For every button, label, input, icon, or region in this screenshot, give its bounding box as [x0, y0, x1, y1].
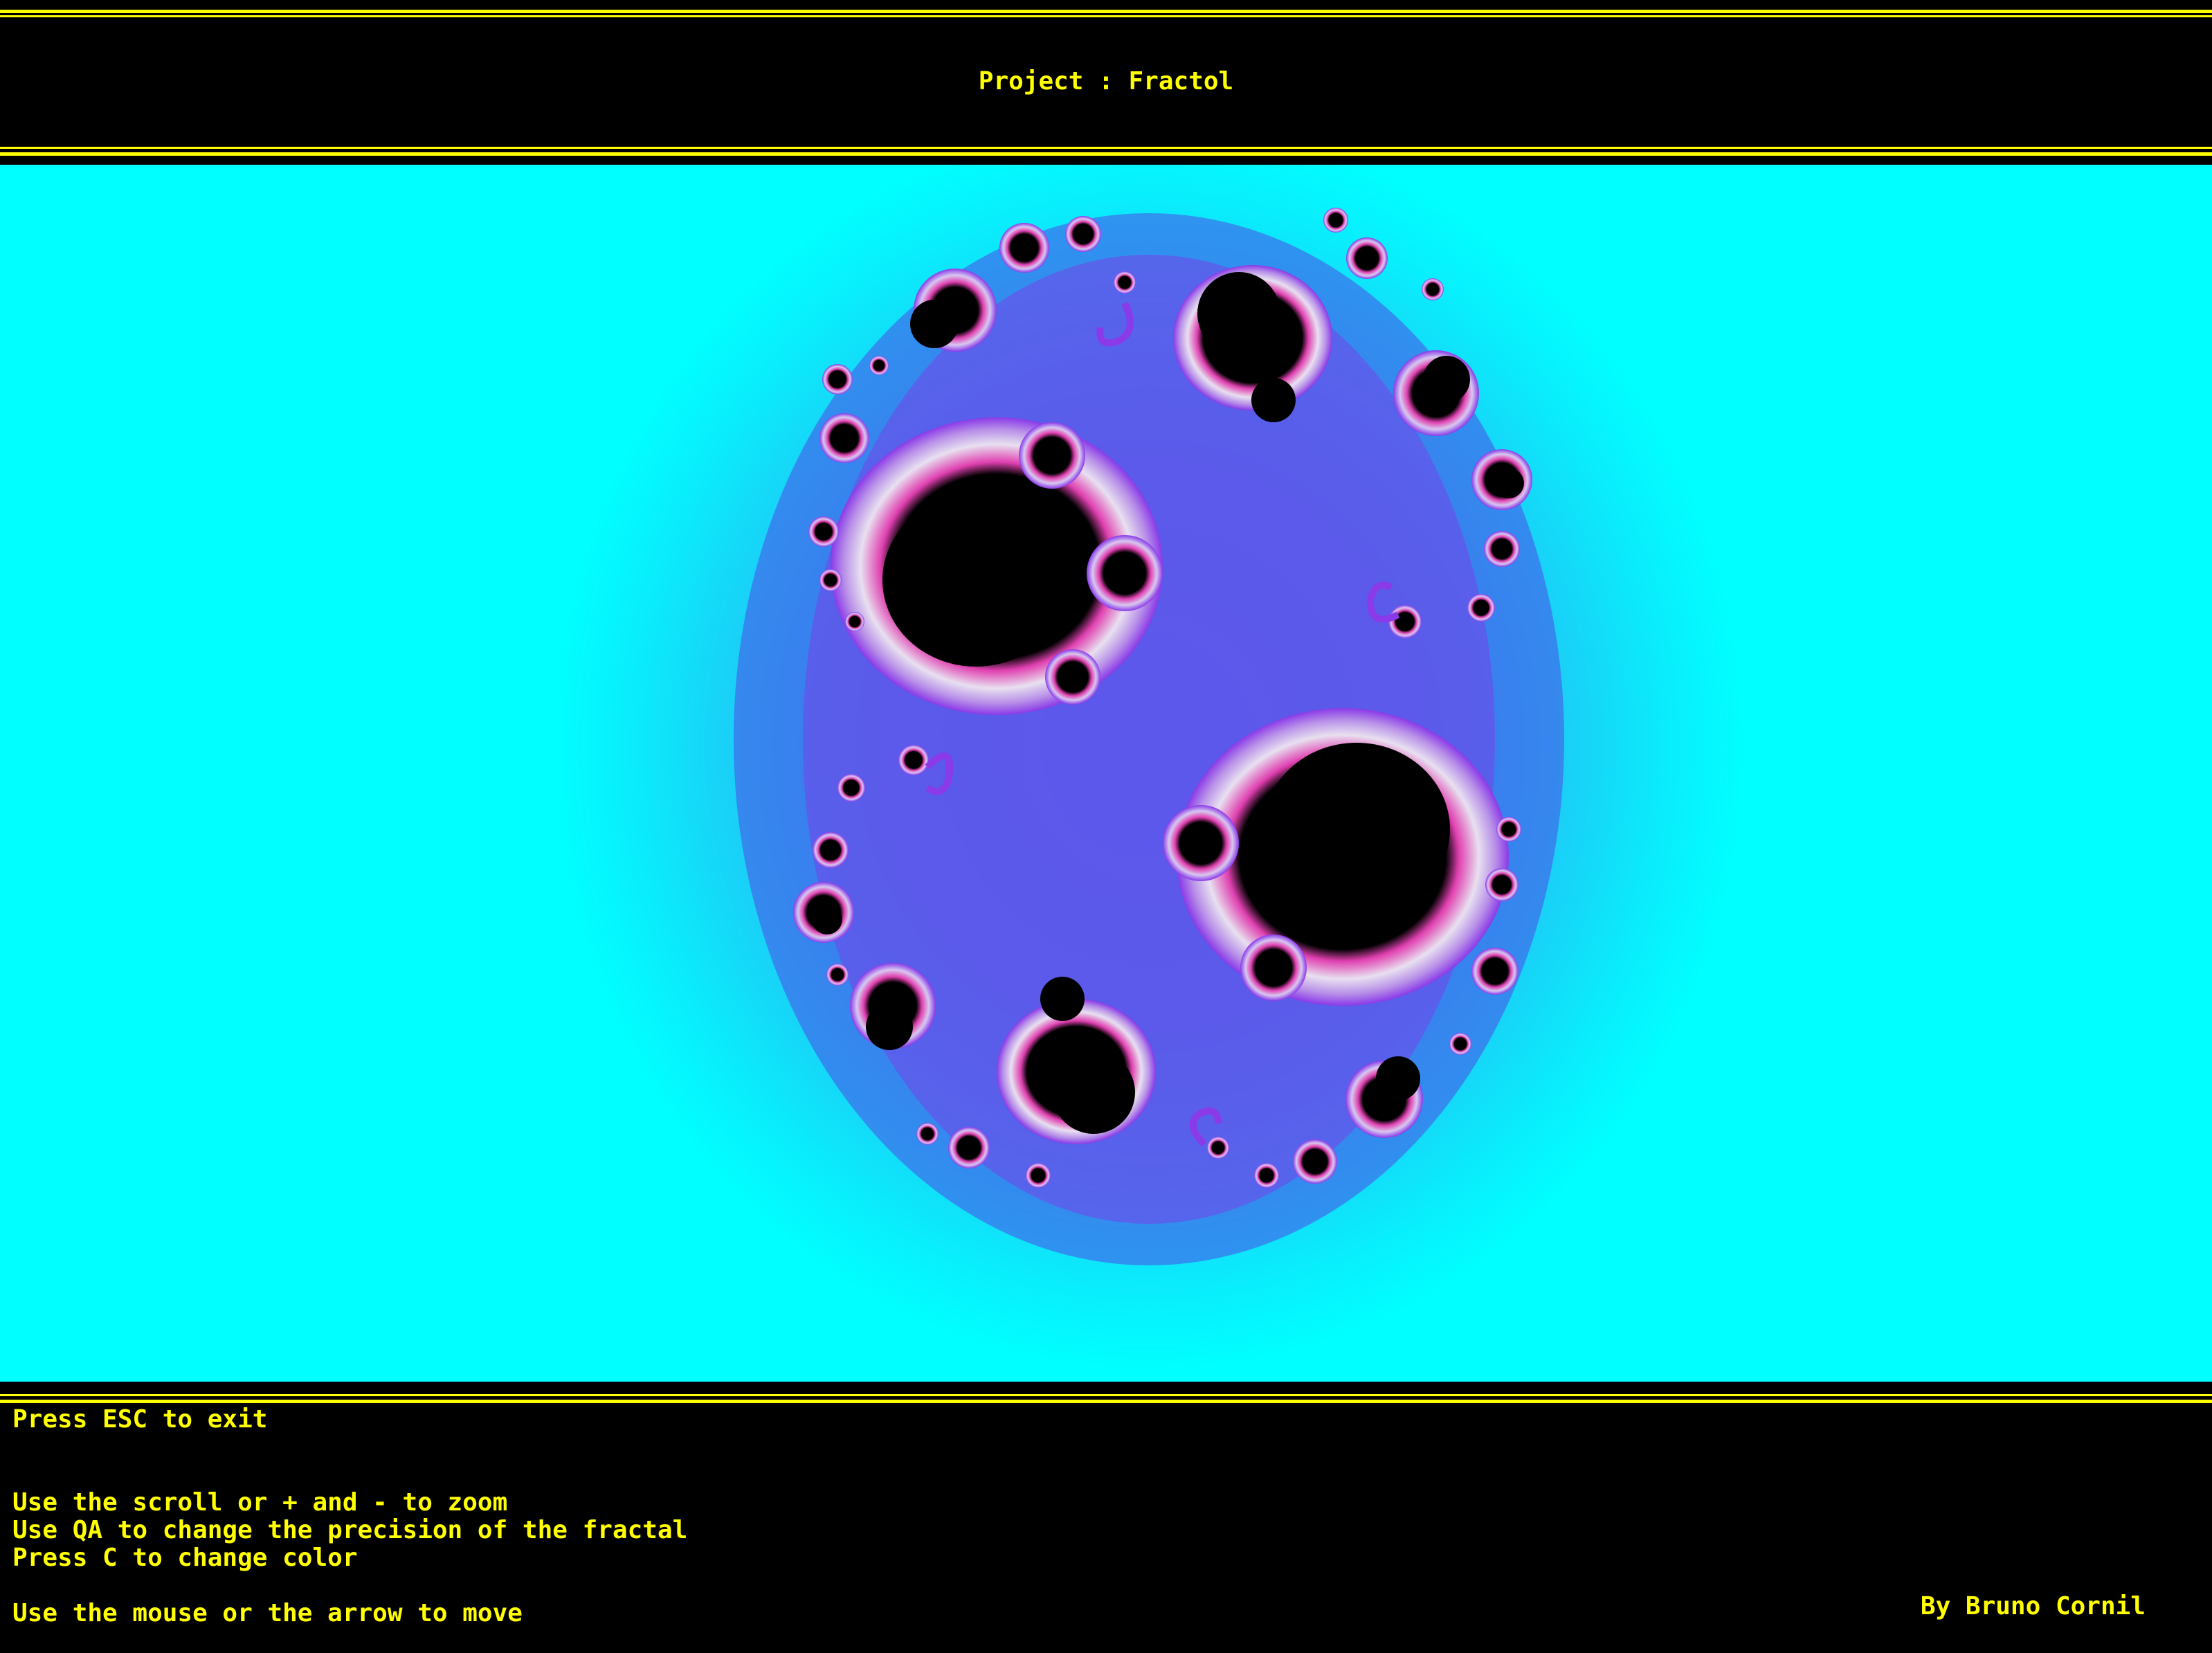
header-bar: Project : Fractol	[0, 0, 2212, 165]
footer-top-rule	[0, 1400, 2212, 1403]
move-instruction: Use the mouse or the arrow to move	[12, 1599, 523, 1627]
zoom-instruction: Use the scroll or + and - to zoom	[12, 1488, 508, 1517]
header-top-rule-thin	[0, 15, 2212, 17]
footer-top-rule-thin	[0, 1394, 2212, 1396]
app-title: Project : Fractol	[978, 67, 1234, 96]
header-bottom-rule-thin	[0, 147, 2212, 149]
author-credit: By Bruno Cornil	[1920, 1592, 2146, 1620]
fractol-window[interactable]: Project : Fractol Press ESC to exit Use …	[0, 0, 2212, 1653]
color-instruction: Press C to change color	[12, 1544, 358, 1572]
header-top-rule	[0, 10, 2212, 13]
fractal-canvas[interactable]	[0, 165, 2212, 1382]
header-bottom-rule	[0, 152, 2212, 156]
footer-bar: Press ESC to exit Use the scroll or + an…	[0, 1382, 2212, 1653]
exit-instruction: Press ESC to exit	[12, 1405, 268, 1434]
precision-instruction: Use QA to change the precision of the fr…	[12, 1516, 688, 1544]
fractal-image	[554, 165, 1744, 1369]
